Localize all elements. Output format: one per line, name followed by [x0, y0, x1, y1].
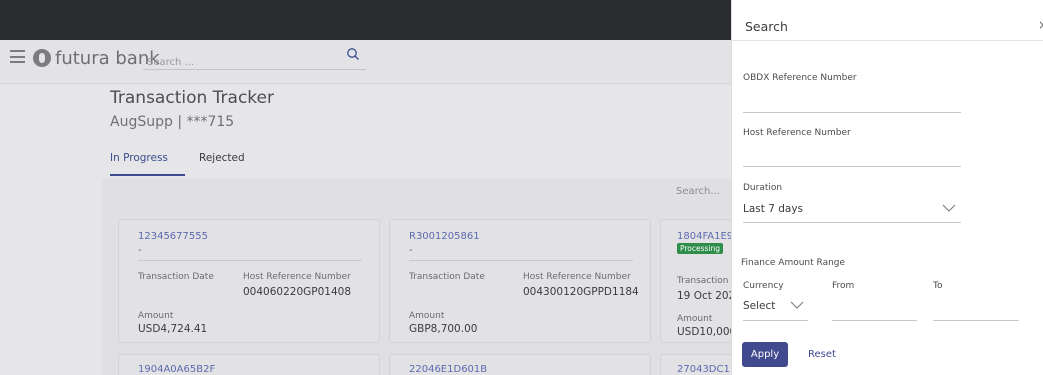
currency-label: Currency [743, 281, 784, 291]
transaction-card[interactable]: 1804FA1E9E Processing Transaction D 19 O… [660, 219, 742, 343]
card-reference-link[interactable]: 27043DC11 [677, 364, 736, 375]
card-reference-link[interactable]: 1904A0A65B2F [138, 364, 215, 375]
host-reference-label: Host Reference Number [523, 272, 631, 282]
transaction-date-label: Transaction D [677, 276, 739, 286]
global-search-input[interactable] [143, 53, 333, 72]
transaction-date-label: Transaction Date [409, 272, 485, 282]
card-reference-link[interactable]: R3001205861 [409, 231, 480, 242]
card-status: - [138, 245, 142, 256]
page-title: Transaction Tracker [110, 88, 274, 108]
amount-value: GBP8,700.00 [409, 323, 478, 335]
card-reference-link[interactable]: 22046E1D601B [409, 364, 487, 375]
to-amount-input[interactable] [933, 320, 1019, 321]
host-reference-label: Host Reference Number [243, 272, 351, 282]
to-label: To [933, 281, 943, 291]
chevron-down-icon[interactable] [942, 204, 956, 212]
host-reference-label: Host Reference Number [743, 128, 851, 138]
panel-header-divider [732, 40, 1043, 41]
bank-logo-icon [33, 49, 51, 67]
reset-button[interactable]: Reset [808, 349, 836, 360]
card-divider [409, 260, 633, 261]
obdx-reference-input[interactable] [743, 112, 961, 113]
transaction-date-label: Transaction Date [138, 272, 214, 282]
duration-label: Duration [743, 183, 783, 193]
active-tab-indicator [110, 174, 185, 176]
search-icon[interactable] [346, 47, 360, 61]
tab-in-progress[interactable]: In Progress [110, 152, 168, 164]
amount-label: Amount [409, 311, 445, 321]
transaction-card[interactable]: 22046E1D601B [389, 354, 651, 375]
account-subtitle: AugSupp | ***715 [110, 114, 235, 130]
amount-value: USD4,724.41 [138, 323, 208, 335]
panel-title: Search [745, 19, 788, 34]
host-reference-value: 004300120GPPD1184 [523, 286, 639, 298]
card-reference-link[interactable]: 12345677555 [138, 231, 208, 242]
search-panel: Search × OBDX Reference Number Host Refe… [731, 0, 1043, 375]
host-reference-value: 004060220GP01408 [243, 286, 351, 298]
transaction-card[interactable]: 27043DC11 [660, 354, 740, 375]
from-label: From [832, 281, 855, 291]
global-search [143, 47, 366, 72]
host-reference-input[interactable] [743, 166, 961, 167]
transaction-card[interactable]: R3001205861 - Transaction Date Host Refe… [389, 219, 651, 343]
hamburger-menu-icon[interactable] [10, 50, 25, 64]
close-icon[interactable]: × [1038, 18, 1043, 32]
finance-amount-range-label: Finance Amount Range [741, 258, 846, 268]
status-badge: Processing [677, 243, 724, 254]
transaction-card[interactable]: 12345677555 - Transaction Date Host Refe… [118, 219, 380, 343]
from-amount-input[interactable] [832, 320, 917, 321]
amount-label: Amount [677, 314, 713, 324]
tab-rejected[interactable]: Rejected [199, 152, 245, 164]
list-search-input[interactable]: Search... [676, 186, 720, 197]
card-status: - [409, 245, 413, 256]
obdx-reference-label: OBDX Reference Number [743, 73, 857, 83]
chevron-down-icon[interactable] [790, 301, 804, 309]
currency-select[interactable]: Select [743, 300, 775, 312]
duration-underline [743, 222, 961, 223]
transaction-card[interactable]: 1904A0A65B2F [118, 354, 380, 375]
amount-label: Amount [138, 311, 174, 321]
card-divider [138, 260, 362, 261]
currency-underline [743, 320, 808, 321]
duration-select[interactable]: Last 7 days [743, 203, 803, 215]
apply-button[interactable]: Apply [742, 342, 788, 367]
